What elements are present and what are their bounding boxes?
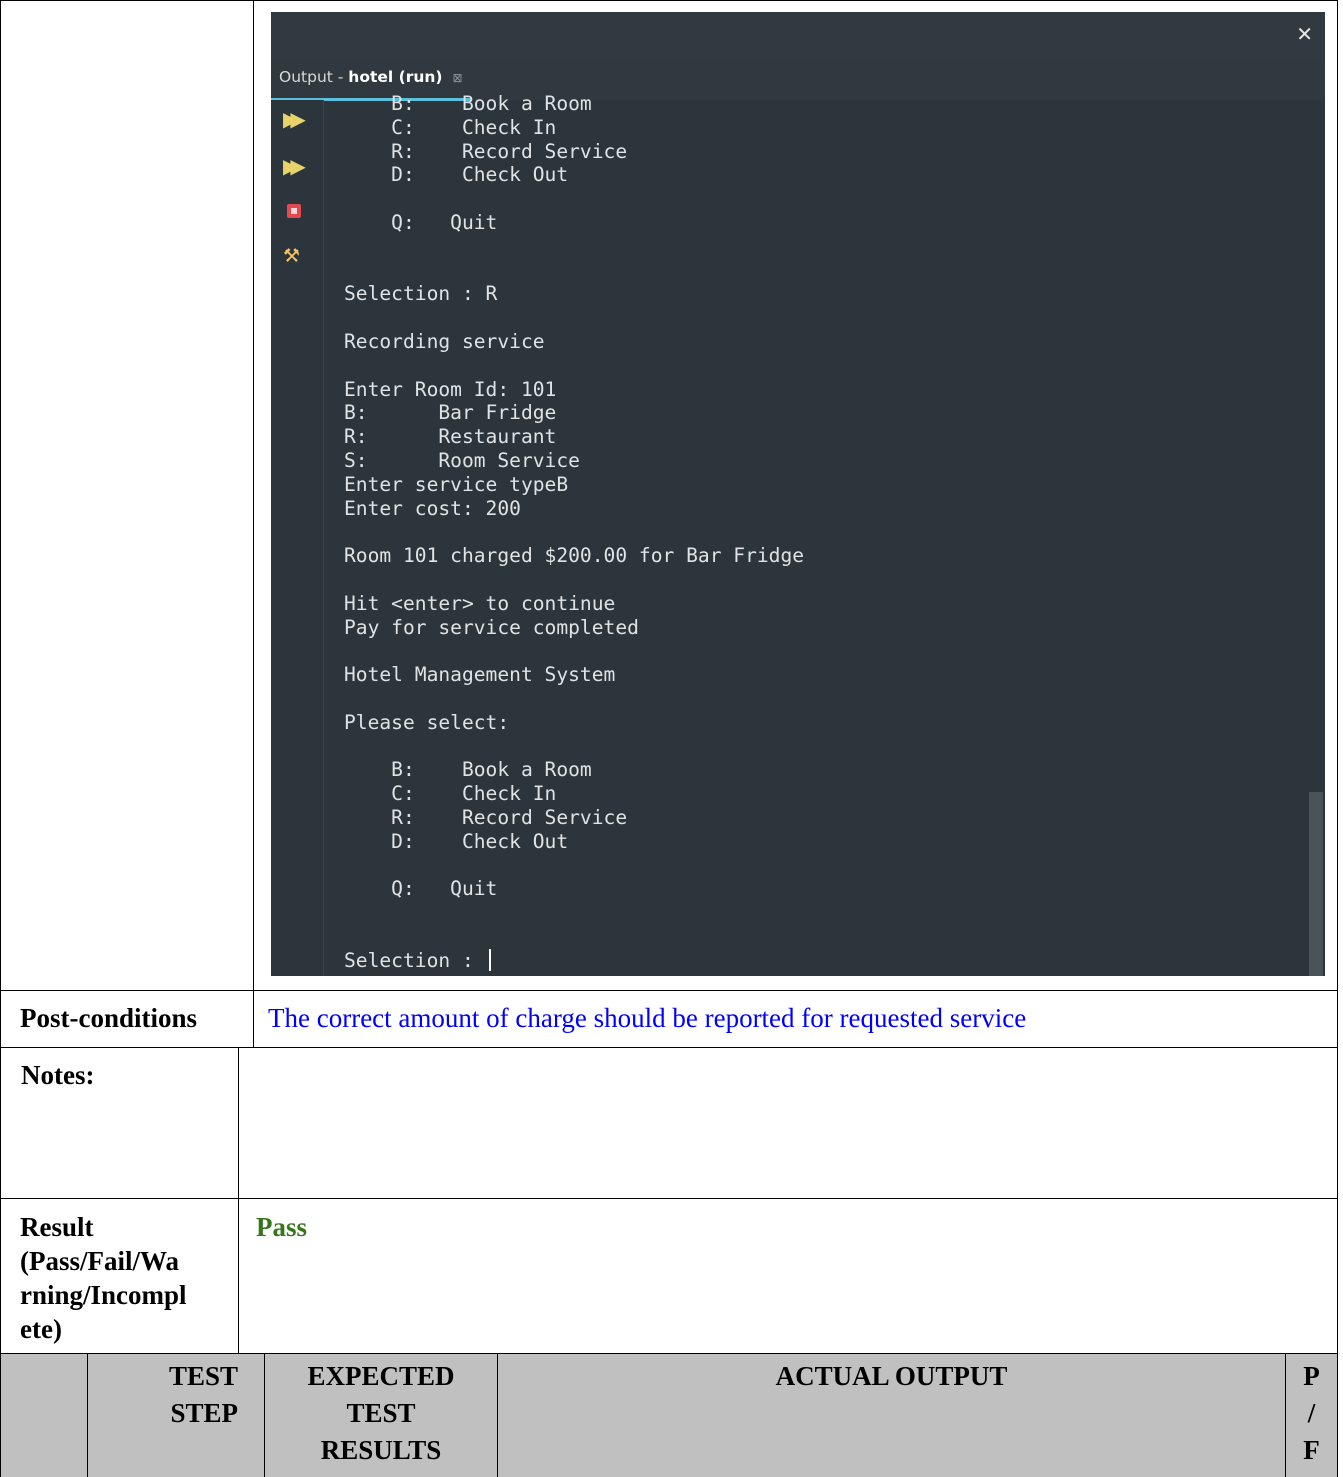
header-pass-fail: P / F	[1286, 1358, 1337, 1469]
console-line: D: Check Out	[344, 163, 569, 187]
result-value: Pass	[256, 1212, 308, 1242]
row-divider-2	[0, 1047, 1338, 1048]
header-test-step: TEST STEP	[88, 1358, 238, 1432]
header-expected-results: EXPECTED TEST RESULTS	[265, 1358, 497, 1469]
console-line: R: Record Service	[344, 805, 628, 829]
console-line: Enter cost: 200	[344, 496, 521, 520]
console-line: S: Room Service	[344, 448, 580, 472]
result-label-line: (Pass/Fail/Wa	[20, 1246, 180, 1276]
console-output[interactable]: B: Book a Room C: Check In R: Record Ser…	[344, 92, 804, 972]
rerun-modified-icon[interactable]: ▶▶	[283, 155, 306, 177]
border-right	[1337, 0, 1338, 1477]
tab-name: hotel (run)	[348, 68, 443, 86]
panel-titlebar: ✕	[271, 12, 1325, 62]
console-line: Selection : R	[344, 282, 498, 306]
postconditions-label: Post-conditions	[20, 1003, 198, 1033]
close-icon[interactable]: ✕	[1296, 22, 1313, 46]
console-line: Please select:	[344, 710, 510, 734]
console-line: C: Check In	[344, 115, 557, 139]
console-line: Recording service	[344, 329, 545, 353]
result-label-line: ete)	[20, 1314, 62, 1344]
row-divider-3	[0, 1198, 1338, 1199]
console-line: R: Restaurant	[344, 425, 557, 449]
header-text: TEST	[168, 1361, 238, 1391]
console-line: R: Record Service	[344, 139, 628, 163]
console-line: Q: Quit	[344, 877, 498, 901]
scrollbar-track[interactable]	[1307, 100, 1325, 976]
console-line: Hotel Management System	[344, 663, 616, 687]
stop-icon[interactable]	[287, 204, 301, 218]
console-toolbar: ▶▶ ▶▶ ⚒	[271, 100, 324, 976]
console-line: Pay for service completed	[344, 615, 639, 639]
result-label: Result (Pass/Fail/Wa rning/Incompl ete)	[20, 1210, 187, 1346]
header-text: EXPECTED	[307, 1361, 455, 1391]
postconditions-text: The correct amount of charge should be r…	[268, 1003, 1027, 1033]
notes-label: Notes:	[21, 1060, 95, 1090]
text-cursor	[488, 948, 491, 971]
rerun-icon[interactable]: ▶▶	[283, 108, 306, 130]
console-line: Enter Room Id: 101	[344, 377, 557, 401]
col-divider-bottom	[238, 1047, 239, 1353]
tab-close-icon[interactable]: ⊠	[453, 71, 463, 85]
row-divider-1	[0, 990, 1338, 991]
console-line: B: Book a Room	[344, 92, 592, 115]
tab-prefix: Output -	[279, 68, 349, 86]
header-text: F	[1303, 1435, 1320, 1465]
tools-icon[interactable]: ⚒	[283, 245, 305, 267]
result-label-line: rning/Incompl	[20, 1280, 187, 1310]
console-line: Hit <enter> to continue	[344, 591, 616, 615]
console-line: Selection :	[344, 948, 486, 972]
col-divider-top	[253, 0, 254, 1047]
header-text: TEST	[346, 1398, 416, 1428]
ide-output-panel: ✕ Output - hotel (run) ⊠ ▶▶ ▶▶ ⚒ B: Book …	[271, 12, 1325, 976]
header-text: P	[1303, 1361, 1320, 1391]
result-label-line: Result	[20, 1212, 94, 1242]
console-line: Room 101 charged $200.00 for Bar Fridge	[344, 544, 805, 568]
console-line: B: Book a Room	[344, 758, 592, 782]
console-line: Enter service typeB	[344, 472, 569, 496]
header-text: /	[1307, 1398, 1316, 1428]
header-text: STEP	[170, 1398, 238, 1428]
border-top	[0, 0, 1338, 1]
console-line: C: Check In	[344, 782, 557, 806]
border-left	[0, 0, 1, 1477]
console-line: B: Bar Fridge	[344, 401, 557, 425]
header-actual-output: ACTUAL OUTPUT	[775, 1361, 1008, 1391]
console-line: D: Check Out	[344, 829, 569, 853]
scrollbar-thumb[interactable]	[1309, 792, 1323, 976]
console-line: Q: Quit	[344, 210, 498, 234]
header-text: RESULTS	[320, 1435, 442, 1465]
